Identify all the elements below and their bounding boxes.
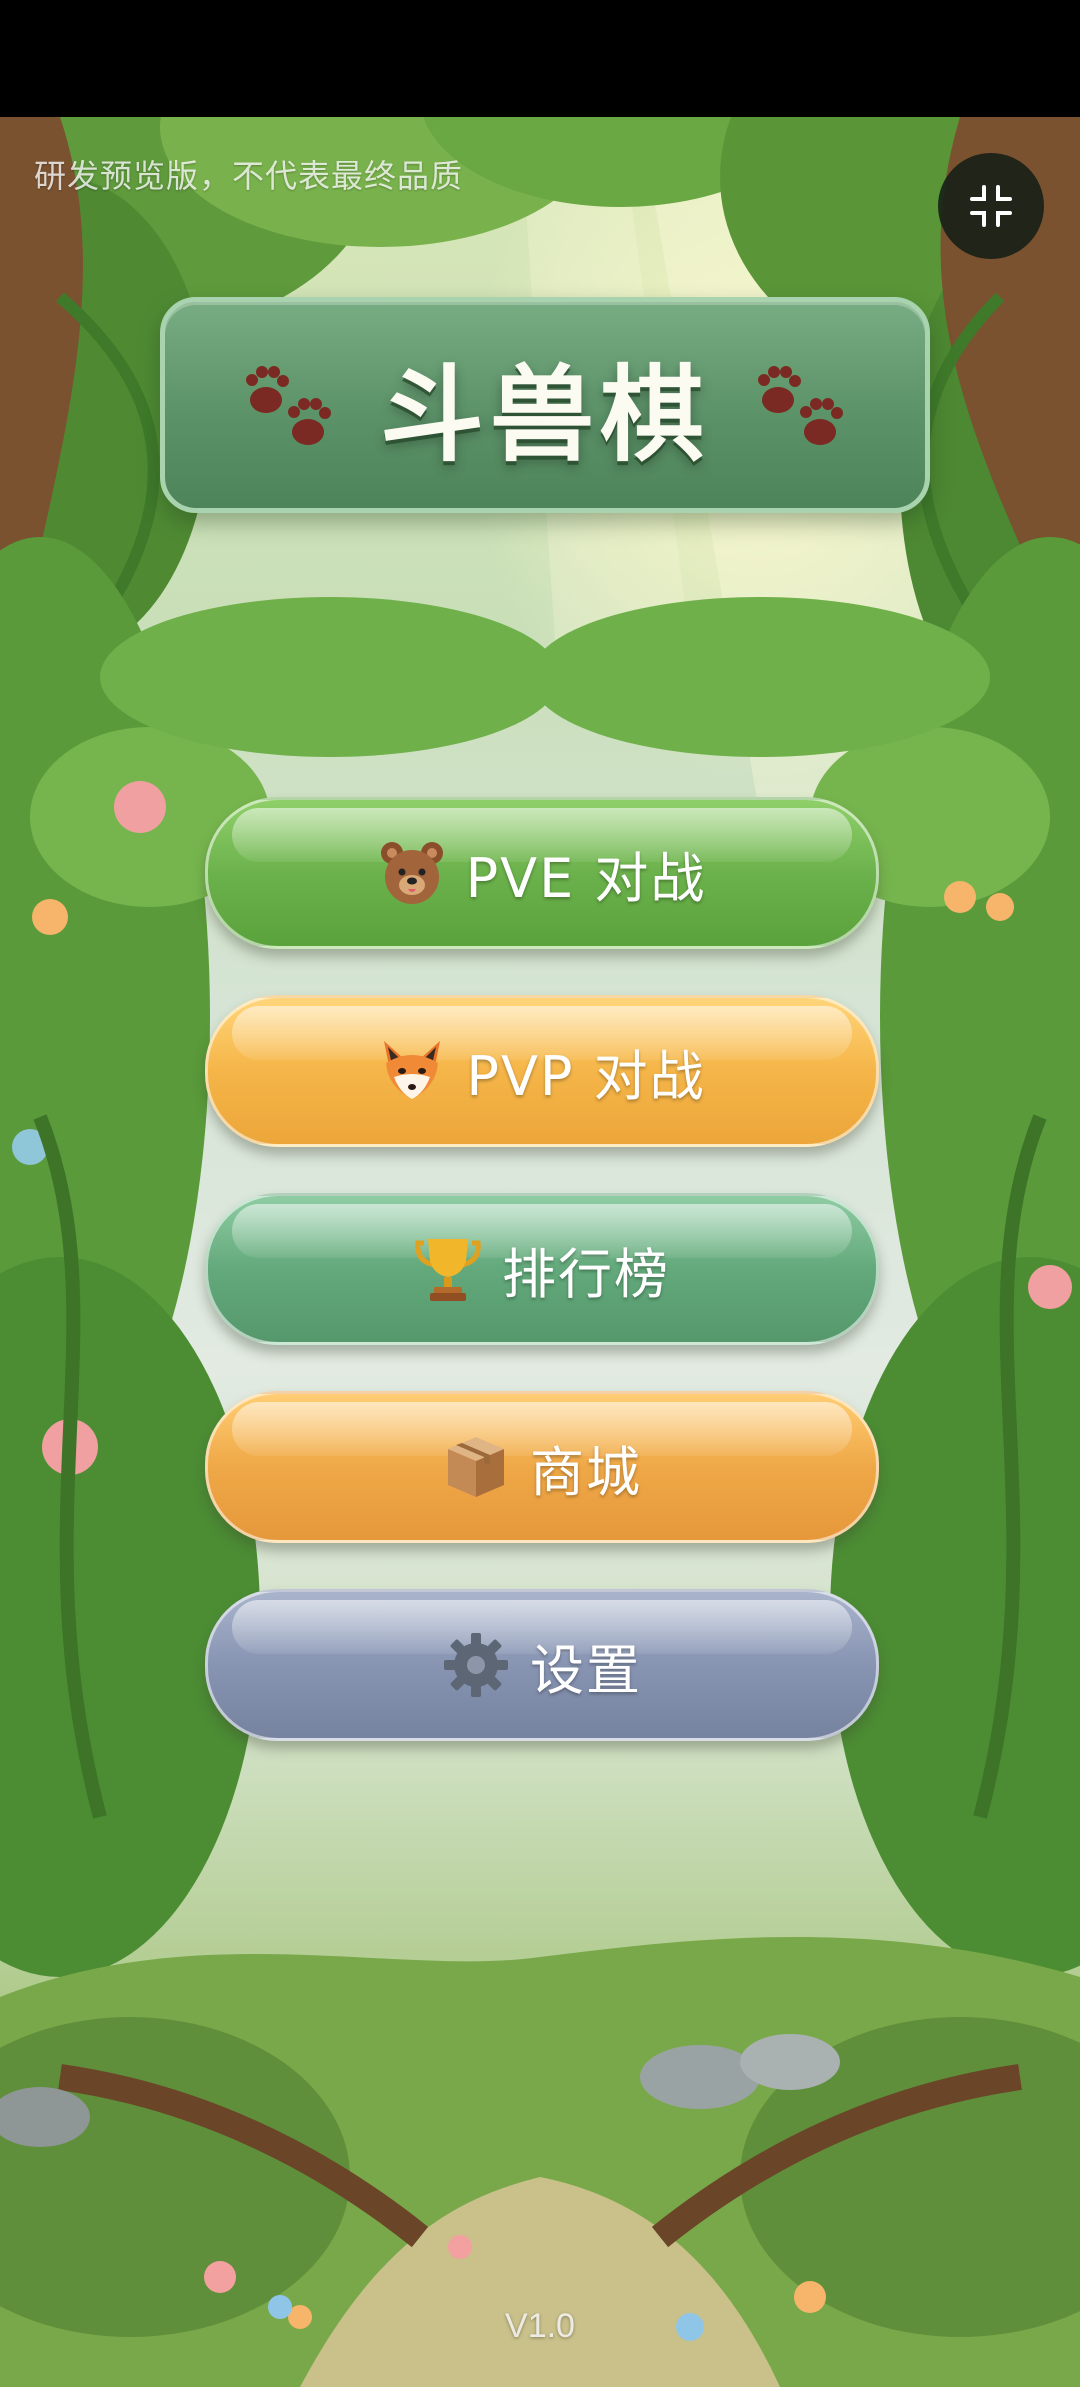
title-banner: 斗兽棋 [160, 297, 930, 513]
preview-watermark: 研发预览版，不代表最终品质 [34, 158, 464, 194]
fox-icon [384, 1041, 441, 1099]
jungle-background: 研发预览版，不代表最终品质 斗兽棋 PVE 对战 PVP 对战 排行榜 商城 设… [0, 117, 1080, 2387]
leaderboard-label: 排行榜 [502, 1242, 670, 1306]
trophy-icon [415, 1239, 481, 1301]
leaderboard-button[interactable]: 排行榜 [205, 1193, 879, 1345]
status-bar [0, 0, 1080, 117]
exit-fullscreen-button[interactable] [938, 153, 1044, 259]
settings-label: 设置 [530, 1638, 642, 1702]
gear-icon [444, 1633, 508, 1697]
settings-button[interactable]: 设置 [205, 1589, 879, 1741]
paw-icon [758, 366, 843, 445]
pvp-battle-label: PVP 对战 [466, 1044, 706, 1108]
shop-button[interactable]: 商城 [205, 1391, 879, 1543]
paw-icon [245, 366, 331, 445]
shop-label: 商城 [530, 1440, 642, 1504]
game-screen: 研发预览版，不代表最终品质 斗兽棋 PVE 对战 PVP 对战 排行榜 商城 设… [0, 0, 1080, 2387]
game-title: 斗兽棋 [379, 353, 710, 476]
pve-battle-button[interactable]: PVE 对战 [205, 797, 879, 949]
pvp-battle-button[interactable]: PVP 对战 [205, 995, 879, 1147]
exit-fullscreen-icon [970, 185, 1012, 227]
package-icon [448, 1437, 504, 1497]
version-label: V1.0 [505, 2307, 575, 2345]
bear-icon [380, 842, 443, 904]
pve-battle-label: PVE 对战 [465, 846, 707, 910]
